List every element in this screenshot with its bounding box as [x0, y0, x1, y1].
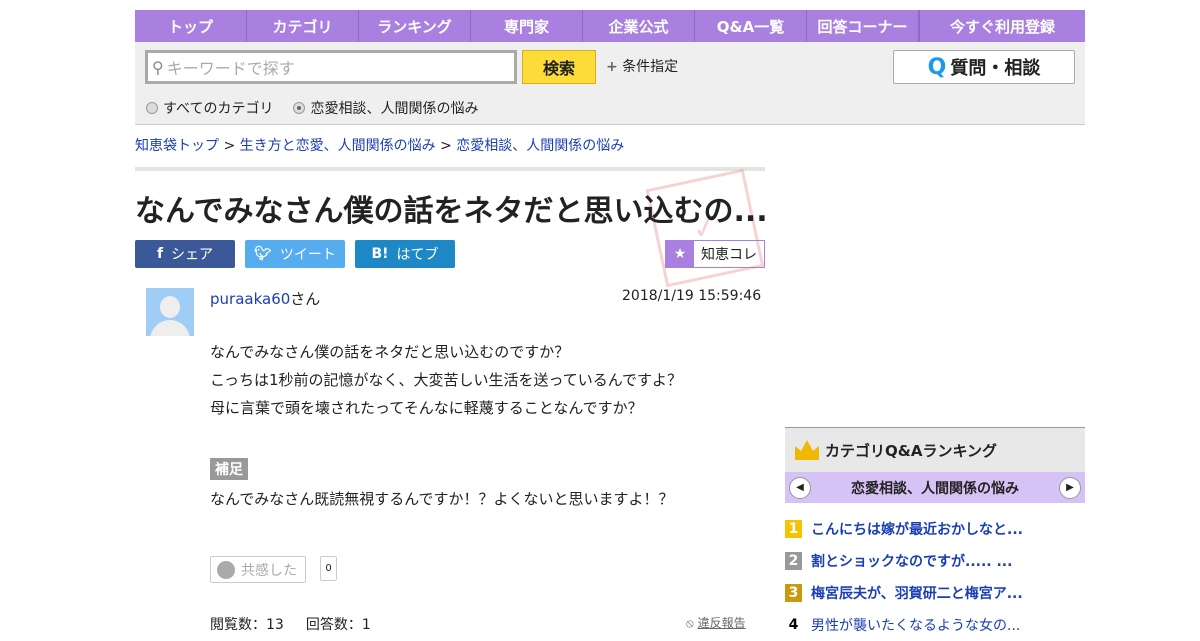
empathy-count: 0	[320, 556, 337, 581]
breadcrumb-link[interactable]: 知恵袋トップ	[135, 138, 219, 154]
nav-category[interactable]: カテゴリ	[247, 10, 359, 42]
ask-question-button[interactable]: Q 質問・相談	[893, 50, 1075, 84]
search-bar: ⚲ キーワードで探す 検索 + 条件指定 Q 質問・相談 すべてのカテゴリ 恋愛相談…	[135, 42, 1085, 125]
ranking-item[interactable]: 2 割とショックなのですが..... ...	[785, 545, 1085, 577]
search-placeholder: キーワードで探す	[166, 59, 295, 78]
nav-qa-list[interactable]: Q&A一覧	[695, 10, 807, 42]
search-button[interactable]: 検索	[522, 50, 596, 84]
radio-current-category[interactable]: 恋愛相談、人間関係の悩み	[293, 98, 478, 118]
supplement-text: なんでみなさん既読無視するんですか！？よくないと思いますよ！？	[210, 490, 674, 508]
search-input[interactable]: ⚲ キーワードで探す	[145, 50, 517, 84]
nav-top[interactable]: トップ	[135, 10, 247, 42]
ranking-category: 恋愛相談、人間関係の悩み	[851, 480, 1019, 497]
ranking-title: カテゴリQ&Aランキング	[825, 441, 997, 460]
empathy-button[interactable]: 共感した	[210, 556, 306, 583]
conditions-button[interactable]: + 条件指定	[606, 56, 678, 76]
question-body: なんでみなさん僕の話をネタだと思い込むのですか？ こっちは1秒前の記憶がなく、大変…	[210, 343, 682, 417]
radio-all-categories[interactable]: すべてのカテゴリ	[146, 98, 273, 118]
page-title: なんでみなさん僕の話をネタだと思い込むの...	[135, 194, 768, 229]
hatena-icon: B!	[371, 246, 389, 262]
next-arrow-icon[interactable]: ▶	[1059, 476, 1081, 499]
search-icon: ⚲	[152, 57, 164, 77]
q-icon: Q	[927, 54, 947, 80]
conditions-label: 条件指定	[622, 59, 679, 75]
rank-number: 3	[785, 584, 802, 602]
twitter-icon: 🐦︎	[254, 246, 272, 262]
smile-icon	[217, 560, 235, 579]
ranking-link[interactable]: 男性が襲いたくなるような女の...	[811, 615, 1020, 635]
question-stats: 閲覧数：13 回答数：1	[210, 617, 371, 633]
supplement-label: 補足	[210, 458, 248, 480]
twitter-share-button[interactable]: 🐦︎ ツイート	[245, 240, 345, 268]
plus-icon: +	[606, 59, 618, 75]
divider	[135, 167, 765, 171]
ranking-link[interactable]: こんにちは嫁が最近おかしなと...	[811, 519, 1023, 539]
breadcrumb-link[interactable]: 生き方と恋愛、人間関係の悩み	[240, 138, 436, 154]
nav-experts[interactable]: 専門家	[471, 10, 583, 42]
ranking-link[interactable]: 梅宮辰夫が、羽賀研二と梅宮ア...	[811, 583, 1023, 603]
breadcrumb-link[interactable]: 恋愛相談、人間関係の悩み	[456, 138, 624, 154]
report-link[interactable]: ⦸ 違反報告	[686, 614, 746, 631]
nav-register[interactable]: 今すぐ利用登録	[919, 10, 1085, 42]
question-author: puraaka60さん	[210, 290, 321, 308]
hatena-bookmark-button[interactable]: B! はてブ	[355, 240, 455, 268]
global-nav: トップ カテゴリ ランキング 専門家 企業公式 Q&A一覧 回答コーナー 今すぐ…	[135, 10, 1085, 42]
post-date: 2018/1/19 15:59:46	[622, 288, 762, 304]
rank-number: 4	[788, 617, 799, 633]
nav-official[interactable]: 企業公式	[583, 10, 695, 42]
facebook-icon: f	[156, 246, 164, 262]
ask-label: 質問・相談	[950, 58, 1041, 79]
prev-arrow-icon[interactable]: ◀	[789, 476, 811, 499]
crown-icon	[795, 440, 819, 460]
category-ranking: カテゴリQ&Aランキング ◀ 恋愛相談、人間関係の悩み ▶ 1 こんにちは嫁が最近おか…	[785, 427, 1085, 641]
breadcrumb: 知恵袋トップ > 生き方と恋愛、人間関係の悩み > 恋愛相談、人間関係の悩み	[135, 138, 625, 154]
nav-ranking[interactable]: ランキング	[359, 10, 471, 42]
rank-number: 2	[785, 552, 802, 570]
rank-number: 1	[785, 520, 802, 538]
ranking-link[interactable]: 割とショックなのですが..... ...	[811, 551, 1012, 571]
user-link[interactable]: puraaka60	[210, 290, 290, 308]
facebook-share-button[interactable]: f シェア	[135, 240, 235, 268]
ranking-item[interactable]: 3 梅宮辰夫が、羽賀研二と梅宮ア...	[785, 577, 1085, 609]
ban-icon: ⦸	[686, 616, 694, 630]
ranking-item[interactable]: 4 男性が襲いたくなるような女の...	[785, 609, 1085, 641]
nav-answer-corner[interactable]: 回答コーナー	[807, 10, 919, 42]
chiekore-button[interactable]: ★ 知恵コレ	[665, 240, 765, 268]
ranking-item[interactable]: 1 こんにちは嫁が最近おかしなと...	[785, 513, 1085, 545]
avatar[interactable]	[146, 288, 194, 336]
star-icon: ★	[666, 241, 694, 267]
